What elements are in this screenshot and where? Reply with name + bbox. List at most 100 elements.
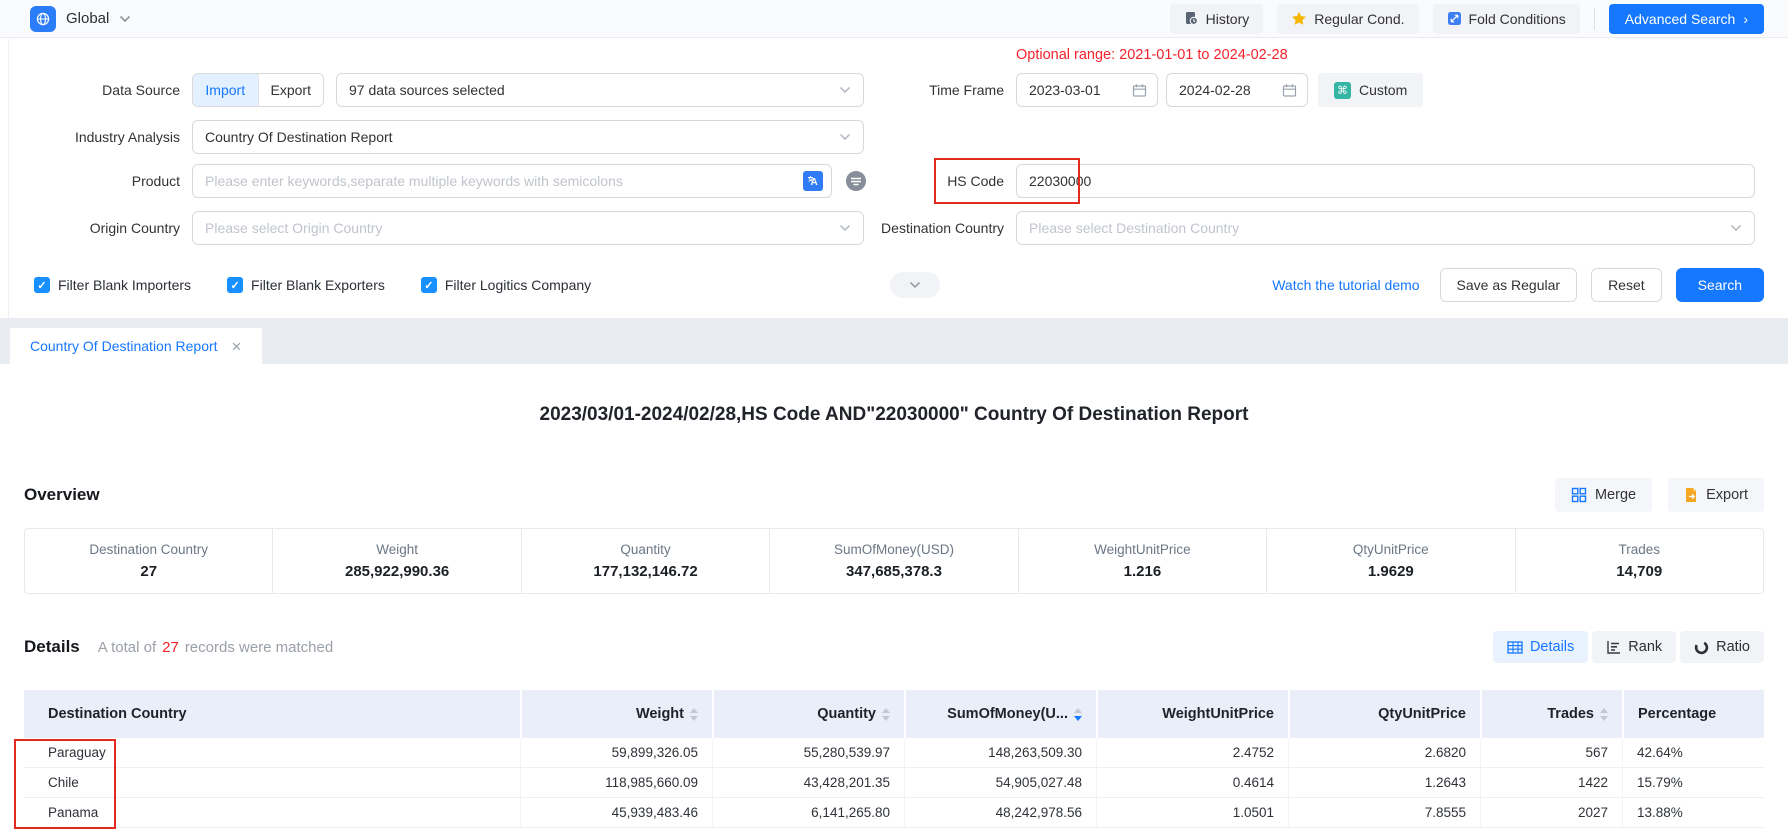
data-sources-dropdown[interactable]: 97 data sources selected (336, 73, 864, 107)
hs-code-input[interactable] (1016, 164, 1755, 198)
column-header-trades[interactable]: Trades (1480, 690, 1622, 738)
form-row-industry: Industry Analysis Country Of Destination… (0, 120, 1788, 154)
overview-stats: Destination Country 27 Weight 285,922,99… (24, 528, 1764, 594)
sort-control[interactable] (882, 708, 890, 721)
overview-header: Overview Merge Export (24, 478, 1764, 512)
checkbox-filter-logitics-company[interactable]: ✓ Filter Logitics Company (421, 277, 591, 293)
stat-label: Quantity (620, 542, 670, 557)
star-icon (1291, 11, 1307, 26)
hs-code-label: HS Code (860, 164, 1004, 198)
industry-analysis-dropdown[interactable]: Country Of Destination Report (192, 120, 864, 154)
sort-control[interactable] (1600, 708, 1608, 721)
stat-label: SumOfMoney(USD) (834, 542, 954, 557)
search-button[interactable]: Search (1676, 268, 1764, 302)
collapse-form-button[interactable] (890, 272, 940, 298)
import-toggle[interactable]: Import (193, 74, 258, 106)
matched-records-text: A total of27records were matched (98, 639, 333, 656)
table-icon (1507, 641, 1523, 654)
tab-country-of-destination-report[interactable]: Country Of Destination Report × (10, 328, 262, 364)
export-button[interactable]: Export (1668, 478, 1764, 512)
report-title: 2023/03/01-2024/02/28,HS Code AND"220300… (0, 404, 1788, 426)
origin-country-dropdown[interactable]: Please select Origin Country (192, 211, 864, 245)
table-row-paraguay[interactable]: Paraguay 59,899,326.05 55,280,539.97 148… (24, 738, 1764, 768)
sort-control-active-desc[interactable] (1074, 708, 1082, 721)
column-header-sum-of-money[interactable]: SumOfMoney(U... (904, 690, 1096, 738)
stat-value: 14,709 (1616, 563, 1662, 580)
hs-code-field[interactable] (1017, 173, 1754, 189)
matched-suffix: records were matched (185, 639, 333, 656)
merge-button[interactable]: Merge (1555, 478, 1652, 512)
fold-conditions-button[interactable]: Fold Conditions (1433, 4, 1580, 34)
column-header-weight[interactable]: Weight (520, 690, 712, 738)
stat-value: 285,922,990.36 (345, 563, 449, 580)
export-toggle[interactable]: Export (259, 74, 324, 106)
export-label: Export (1706, 487, 1748, 503)
search-form: Optional range: 2021-01-01 to 2024-02-28… (0, 39, 1788, 318)
checkbox-filter-blank-exporters[interactable]: ✓ Filter Blank Exporters (227, 277, 385, 293)
history-button[interactable]: History (1170, 4, 1264, 34)
cell-sum-of-money: 148,263,509.30 (904, 738, 1096, 767)
date-start-value[interactable] (1017, 82, 1126, 98)
fold-icon (1447, 11, 1462, 26)
column-header-quantity[interactable]: Quantity (712, 690, 904, 738)
product-input[interactable]: A (192, 164, 832, 198)
regular-cond-button[interactable]: Regular Cond. (1277, 4, 1418, 34)
view-ratio-label: Ratio (1716, 639, 1750, 655)
cell-weight: 45,939,483.46 (520, 798, 712, 827)
column-label: Weight (636, 706, 684, 722)
chevron-down-icon (119, 15, 131, 23)
checkbox-label: Filter Logitics Company (445, 277, 591, 293)
date-end-input[interactable] (1166, 73, 1308, 107)
custom-range-button[interactable]: ⌘ Custom (1318, 73, 1423, 107)
advanced-search-button[interactable]: Advanced Search › (1609, 4, 1764, 34)
cell-quantity: 6,141,265.80 (712, 798, 904, 827)
close-icon[interactable]: × (232, 338, 242, 355)
stat-value: 347,685,378.3 (846, 563, 942, 580)
cell-trades: 567 (1480, 738, 1622, 767)
stat-destination-country: Destination Country 27 (25, 529, 272, 593)
view-ratio-button[interactable]: Ratio (1680, 631, 1764, 663)
tutorial-demo-link[interactable]: Watch the tutorial demo (1272, 277, 1419, 293)
checkbox-label: Filter Blank Importers (58, 277, 191, 293)
chevron-down-icon (1730, 224, 1742, 232)
save-as-regular-button[interactable]: Save as Regular (1440, 268, 1578, 302)
cell-percentage: 13.88% (1622, 798, 1764, 827)
optional-range-hint: Optional range: 2021-01-01 to 2024-02-28 (1016, 47, 1288, 63)
merge-label: Merge (1595, 487, 1636, 503)
date-end-value[interactable] (1167, 82, 1276, 98)
regular-cond-label: Regular Cond. (1314, 11, 1404, 27)
advanced-search-label: Advanced Search (1625, 11, 1736, 27)
cell-qty-unit-price: 1.2643 (1288, 768, 1480, 797)
view-details-button[interactable]: Details (1493, 631, 1588, 663)
cell-quantity: 55,280,539.97 (712, 738, 904, 767)
region-selector[interactable]: Global (30, 6, 131, 32)
stat-value: 1.216 (1124, 563, 1162, 580)
sort-control[interactable] (690, 708, 698, 721)
column-label: QtyUnitPrice (1378, 706, 1466, 722)
form-row-data-source: Data Source Import Export 97 data source… (0, 73, 1788, 107)
product-keywords-field[interactable] (193, 173, 803, 189)
pie-icon (1694, 640, 1709, 655)
globe-icon (30, 6, 56, 32)
details-table: Destination Country Weight Quantity SumO… (24, 690, 1764, 828)
translate-icon[interactable]: A (803, 171, 823, 191)
date-start-input[interactable] (1016, 73, 1158, 107)
cell-sum-of-money: 48,242,978.56 (904, 798, 1096, 827)
checkbox-filter-blank-importers[interactable]: ✓ Filter Blank Importers (34, 277, 191, 293)
cell-destination-country: Panama (24, 798, 520, 827)
column-header-qty-unit-price: QtyUnitPrice (1288, 690, 1480, 738)
view-rank-button[interactable]: Rank (1592, 631, 1676, 663)
cell-destination-country: Paraguay (24, 738, 520, 767)
cell-trades: 2027 (1480, 798, 1622, 827)
form-row-product: Product A HS Code (0, 164, 1788, 198)
divider (1594, 8, 1595, 30)
destination-country-dropdown[interactable]: Please select Destination Country (1016, 211, 1755, 245)
table-row-chile[interactable]: Chile 118,985,660.09 43,428,201.35 54,90… (24, 768, 1764, 798)
reset-button[interactable]: Reset (1591, 268, 1662, 302)
checkbox-label: Filter Blank Exporters (251, 277, 385, 293)
rank-icon (1606, 640, 1621, 654)
table-row-panama[interactable]: Panama 45,939,483.46 6,141,265.80 48,242… (24, 798, 1764, 828)
stat-label: Trades (1618, 542, 1660, 557)
view-switcher: Details Rank Ratio (1493, 631, 1764, 663)
calendar-icon (1282, 83, 1297, 98)
